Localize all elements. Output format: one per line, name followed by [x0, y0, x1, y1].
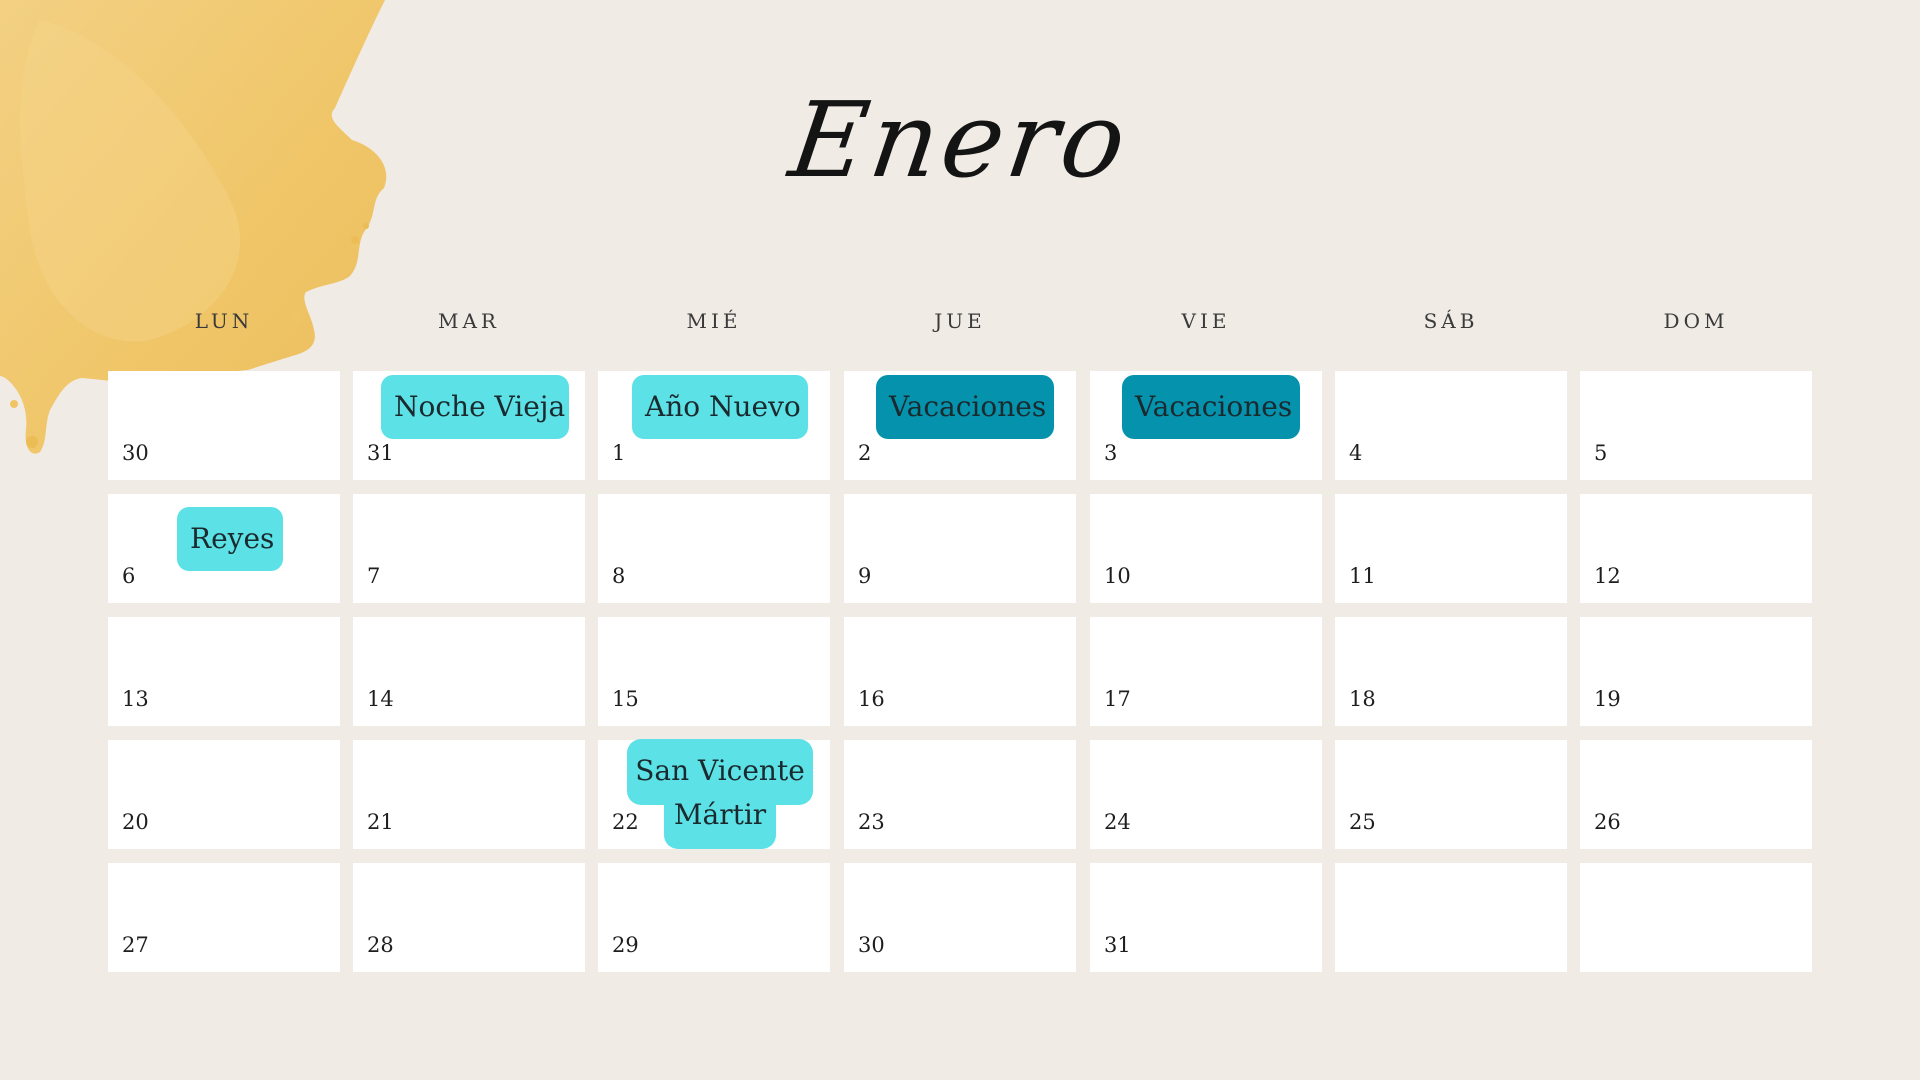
day-number: 11 — [1349, 564, 1376, 588]
day-number: 14 — [367, 687, 394, 711]
weekday-mon: LUN — [194, 309, 254, 333]
day-cell[interactable]: 29 — [598, 863, 830, 972]
day-number: 20 — [122, 810, 149, 834]
event-ano-nuevo[interactable]: Año Nuevo — [632, 375, 808, 439]
event-vacaciones-jue[interactable]: Vacaciones — [876, 375, 1054, 439]
weekday-sat: SÁB — [1423, 309, 1479, 333]
day-cell[interactable]: 9 — [844, 494, 1076, 603]
event-reyes[interactable]: Reyes — [177, 507, 283, 571]
day-number: 13 — [122, 687, 149, 711]
day-number: 31 — [367, 441, 394, 465]
day-number: 1 — [612, 441, 626, 465]
day-number: 3 — [1104, 441, 1118, 465]
day-cell[interactable]: 11 — [1335, 494, 1567, 603]
day-number: 29 — [612, 933, 639, 957]
event-san-vicente-martir[interactable]: San Vicente Mártir — [627, 739, 813, 849]
event-line-1: San Vicente — [635, 754, 805, 787]
day-cell[interactable]: 26 — [1580, 740, 1812, 849]
day-cell[interactable]: 10 — [1090, 494, 1322, 603]
day-number: 12 — [1594, 564, 1621, 588]
day-number: 31 — [1104, 933, 1131, 957]
day-number: 28 — [367, 933, 394, 957]
weekday-tue: MAR — [438, 309, 500, 333]
day-number: 7 — [367, 564, 381, 588]
day-number: 30 — [122, 441, 149, 465]
month-title: Enero — [783, 79, 1137, 201]
day-cell[interactable]: 30 — [844, 863, 1076, 972]
day-cell-empty[interactable] — [1335, 863, 1567, 972]
day-number: 27 — [122, 933, 149, 957]
day-cell[interactable]: 17 — [1090, 617, 1322, 726]
day-number: 6 — [122, 564, 136, 588]
day-cell[interactable]: 13 — [108, 617, 340, 726]
day-number: 5 — [1594, 441, 1608, 465]
day-number: 10 — [1104, 564, 1131, 588]
day-cell[interactable]: 30 — [108, 371, 340, 480]
day-cell-empty[interactable] — [1580, 863, 1812, 972]
day-cell[interactable]: 27 — [108, 863, 340, 972]
day-number: 16 — [858, 687, 885, 711]
weekday-wed: MIÉ — [686, 309, 742, 333]
day-number: 18 — [1349, 687, 1376, 711]
event-line-2: Mártir — [673, 798, 767, 831]
day-cell[interactable]: 5 — [1580, 371, 1812, 480]
day-number: 26 — [1594, 810, 1621, 834]
day-number: 23 — [858, 810, 885, 834]
day-cell[interactable]: 28 — [353, 863, 585, 972]
day-number: 8 — [612, 564, 626, 588]
day-number: 4 — [1349, 441, 1363, 465]
day-number: 19 — [1594, 687, 1621, 711]
day-cell[interactable]: 15 — [598, 617, 830, 726]
day-cell[interactable]: 20 — [108, 740, 340, 849]
day-cell[interactable]: 7 — [353, 494, 585, 603]
day-cell[interactable]: 8 — [598, 494, 830, 603]
day-number: 30 — [858, 933, 885, 957]
day-number: 9 — [858, 564, 872, 588]
day-cell[interactable]: 14 — [353, 617, 585, 726]
day-cell[interactable]: 25 — [1335, 740, 1567, 849]
day-cell[interactable]: 4 — [1335, 371, 1567, 480]
day-number: 25 — [1349, 810, 1376, 834]
event-noche-vieja[interactable]: Noche Vieja — [381, 375, 569, 439]
day-number: 24 — [1104, 810, 1131, 834]
weekday-fri: VIE — [1181, 309, 1231, 333]
day-cell[interactable]: 23 — [844, 740, 1076, 849]
day-cell[interactable]: 24 — [1090, 740, 1322, 849]
weekday-sun: DOM — [1663, 309, 1729, 333]
day-number: 2 — [858, 441, 872, 465]
day-cell[interactable]: 31 — [1090, 863, 1322, 972]
day-cell[interactable]: 16 — [844, 617, 1076, 726]
day-number: 17 — [1104, 687, 1131, 711]
day-number: 21 — [367, 810, 394, 834]
day-cell[interactable]: 18 — [1335, 617, 1567, 726]
day-cell[interactable]: 12 — [1580, 494, 1812, 603]
weekday-thu: JUE — [934, 309, 986, 333]
day-cell[interactable]: 21 — [353, 740, 585, 849]
day-cell[interactable]: 19 — [1580, 617, 1812, 726]
day-number: 15 — [612, 687, 639, 711]
event-vacaciones-vie[interactable]: Vacaciones — [1122, 375, 1300, 439]
